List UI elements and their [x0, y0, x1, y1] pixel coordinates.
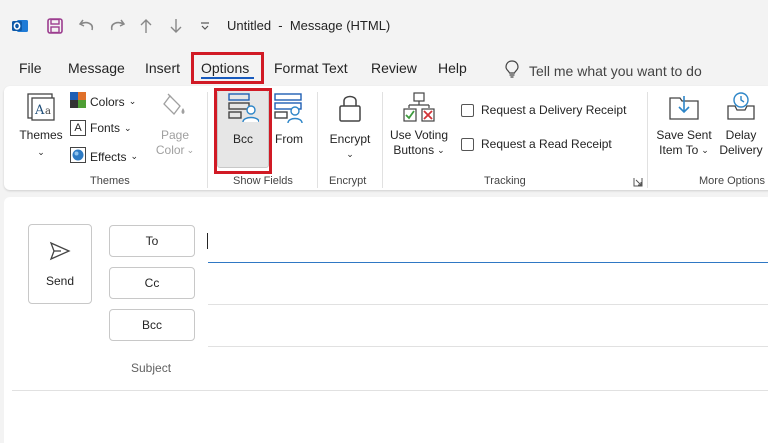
title-bar: Untitled - Message (HTML) — [0, 0, 768, 52]
chevron-down-icon: ⌄ — [128, 96, 137, 106]
chevron-down-icon: ⌄ — [130, 151, 139, 161]
save-icon[interactable] — [44, 16, 66, 36]
themes-group-label: Themes — [90, 175, 130, 187]
tracking-group-label: Tracking — [484, 175, 526, 187]
page-color-icon — [162, 92, 188, 122]
group-separator — [207, 92, 208, 188]
group-separator — [647, 92, 648, 188]
save-sent-icon — [668, 92, 700, 122]
encrypt-button[interactable]: Encrypt ⌄ — [322, 92, 378, 162]
from-field-icon — [273, 92, 305, 124]
tab-message[interactable]: Message — [68, 60, 125, 76]
fonts-icon: A — [70, 120, 86, 136]
checkbox[interactable] — [461, 103, 474, 117]
fonts-button[interactable]: A Fonts ⌄ — [70, 120, 132, 136]
show-fields-group-label: Show Fields — [233, 175, 293, 187]
ribbon: A a Themes ⌄ Colors ⌄ A Fonts ⌄ Effects … — [4, 86, 768, 190]
chevron-down-icon: ⌄ — [124, 122, 132, 133]
text-caret — [207, 233, 208, 249]
lock-icon — [337, 92, 363, 124]
group-separator — [317, 92, 318, 188]
save-sent-item-to-button[interactable]: Save Sent Item To ⌄ — [654, 92, 714, 158]
delay-delivery-button[interactable]: Delay Delivery — [715, 92, 767, 158]
checkbox[interactable] — [461, 137, 474, 151]
customize-qat-icon[interactable] — [198, 16, 212, 36]
group-separator — [382, 92, 383, 188]
cc-button[interactable]: Cc — [109, 267, 195, 299]
subject-label: Subject — [131, 361, 172, 375]
to-input[interactable] — [208, 262, 768, 263]
down-arrow-icon[interactable] — [166, 16, 186, 36]
svg-text:a: a — [45, 106, 51, 117]
colors-icon — [70, 92, 86, 111]
svg-text:A: A — [34, 103, 45, 118]
send-icon — [49, 241, 71, 264]
lightbulb-icon — [505, 60, 519, 81]
dialog-launcher-icon[interactable] — [633, 176, 643, 190]
encrypt-group-label: Encrypt — [329, 175, 367, 187]
page-color-button[interactable]: Page Color ⌄ — [152, 92, 198, 158]
up-arrow-icon[interactable] — [136, 16, 156, 36]
to-button[interactable]: To — [109, 225, 195, 257]
chevron-down-icon: ⌄ — [701, 145, 709, 155]
window-title: Untitled - Message (HTML) — [227, 18, 391, 33]
effects-icon — [70, 147, 86, 166]
more-options-group-label: More Options — [699, 175, 766, 187]
tab-review[interactable]: Review — [371, 60, 417, 76]
tell-me-text: Tell me what you want to do — [529, 62, 702, 79]
request-delivery-receipt-checkbox[interactable]: Request a Delivery Receipt — [461, 103, 626, 117]
chevron-down-icon: ⌄ — [37, 147, 45, 157]
from-toggle-button[interactable]: From — [266, 92, 312, 147]
bcc-button-highlight — [214, 88, 272, 174]
themes-button[interactable]: A a Themes ⌄ — [16, 92, 66, 160]
tab-file[interactable]: File — [19, 60, 42, 76]
redo-icon[interactable] — [106, 16, 128, 36]
effects-button[interactable]: Effects ⌄ — [70, 147, 138, 166]
bcc-button[interactable]: Bcc — [109, 309, 195, 341]
delay-delivery-icon — [725, 92, 757, 122]
compose-area: Send To Cc Bcc Subject — [4, 197, 768, 443]
outlook-app-icon — [10, 16, 30, 36]
use-voting-buttons-button[interactable]: Use Voting Buttons ⌄ — [386, 92, 452, 158]
tell-me-search[interactable]: Tell me what you want to do — [505, 60, 702, 81]
bcc-input[interactable] — [208, 346, 768, 347]
colors-button[interactable]: Colors ⌄ — [70, 92, 136, 111]
request-read-receipt-checkbox[interactable]: Request a Read Receipt — [461, 137, 612, 151]
tab-help[interactable]: Help — [438, 60, 467, 76]
send-button[interactable]: Send — [28, 224, 92, 304]
undo-icon[interactable] — [76, 16, 98, 36]
tab-insert[interactable]: Insert — [145, 60, 180, 76]
themes-icon: A a — [26, 92, 56, 122]
chevron-down-icon: ⌄ — [346, 149, 354, 159]
tab-format-text[interactable]: Format Text — [274, 60, 348, 76]
options-tab-highlight — [191, 52, 264, 84]
chevron-down-icon: ⌄ — [186, 145, 195, 155]
subject-input[interactable] — [12, 390, 768, 391]
voting-icon — [403, 92, 435, 124]
cc-input[interactable] — [208, 304, 768, 305]
chevron-down-icon: ⌄ — [437, 145, 445, 155]
